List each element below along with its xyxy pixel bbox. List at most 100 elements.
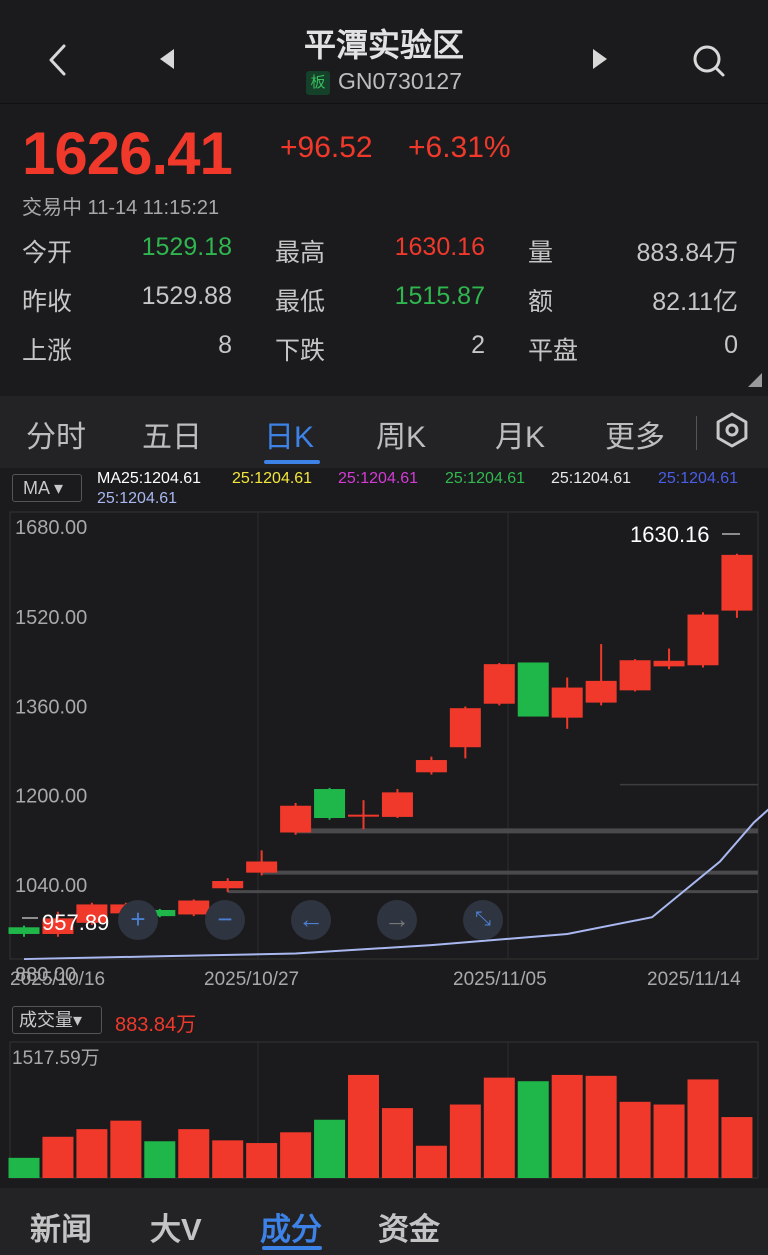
volume-bar xyxy=(110,1120,142,1178)
candle-body xyxy=(551,687,583,718)
candle-body xyxy=(687,614,719,666)
x-tick-label: 2025/10/27 xyxy=(204,969,299,990)
candle-body xyxy=(517,662,549,717)
candle-body xyxy=(212,881,244,889)
tab-divider xyxy=(696,416,697,450)
volume-bar xyxy=(314,1119,346,1178)
candle-body xyxy=(348,814,379,817)
volume-bar xyxy=(246,1143,278,1178)
dropdown-arrow-icon: ▾ xyxy=(73,1010,83,1030)
stock-code: GN0730127 xyxy=(337,68,463,94)
volume-bar xyxy=(551,1074,583,1178)
bottom-tab-3[interactable]: 资金 xyxy=(378,1204,440,1249)
scroll-right-button[interactable]: → xyxy=(377,900,417,940)
volume-bar xyxy=(8,1157,40,1178)
quote-stats-row: 昨收 1529.88 最低 1515.87 额 82.11亿 xyxy=(22,282,738,331)
candle-body xyxy=(585,680,617,703)
tab-0[interactable]: 分时 xyxy=(26,412,86,456)
tab-3[interactable]: 周K xyxy=(376,412,426,456)
candle-body xyxy=(246,861,278,873)
tab-2[interactable]: 日K xyxy=(264,412,314,456)
quote-panel: 1626.41 +96.52 +6.31% 交易中 11-14 11:15:21… xyxy=(0,105,768,393)
stock-detail-page: 平潭实验区 板 GN0730127 1626.41 +96.52 +6.31% 交… xyxy=(0,0,768,1255)
bottom-tab-1[interactable]: 大V xyxy=(150,1204,202,1249)
x-tick-label: 2025/10/16 xyxy=(10,969,105,990)
reset-view-button[interactable]: ⤡ xyxy=(463,900,503,940)
stat-label: 下跌 xyxy=(275,337,326,365)
zoom-out-button[interactable]: − xyxy=(205,900,245,940)
quote-stats-row: 今开 1529.18 最高 1630.16 量 883.84万 xyxy=(22,233,738,282)
stock-code-row: 板 GN0730127 xyxy=(0,68,768,95)
volume-indicator-button[interactable]: 成交量▾ xyxy=(12,1006,102,1034)
volume-bar xyxy=(348,1074,379,1178)
y-tick-label: 1040.00 xyxy=(15,875,87,897)
y-tick-label: 1360.00 xyxy=(15,696,87,718)
volume-bar xyxy=(483,1077,515,1178)
kline-chart[interactable]: 1680.001520.001360.001200.001040.00880.0… xyxy=(0,468,768,1188)
search-icon[interactable] xyxy=(690,42,728,80)
expand-corner-icon[interactable] xyxy=(748,373,762,387)
next-stock-icon[interactable] xyxy=(585,44,615,74)
settings-icon[interactable] xyxy=(712,410,752,450)
candle-body xyxy=(415,760,447,773)
current-price: 1626.41 xyxy=(22,120,233,187)
candle-body xyxy=(280,805,312,833)
candle-body xyxy=(721,554,753,611)
volume-bar xyxy=(42,1136,74,1178)
tab-5[interactable]: 更多 xyxy=(605,412,665,456)
stat-value: 883.84万 xyxy=(636,239,738,267)
volume-bar xyxy=(381,1108,413,1178)
board-tag: 板 xyxy=(305,71,330,95)
candle-body xyxy=(483,664,515,704)
volume-bar xyxy=(280,1132,312,1178)
y-tick-label: 1680.00 xyxy=(15,517,87,539)
active-tab-indicator xyxy=(264,460,320,464)
y-tick-label: 1520.00 xyxy=(15,607,87,629)
bottom-tab-2[interactable]: 成分 xyxy=(260,1204,322,1249)
stat-label: 量 xyxy=(528,239,554,267)
volume-bar xyxy=(687,1079,719,1178)
low-price-label: 957.89 xyxy=(42,910,109,935)
price-change-percent: +6.31% xyxy=(408,131,511,164)
volume-bar xyxy=(721,1117,753,1178)
tab-1[interactable]: 五日 xyxy=(142,412,202,456)
stat-value: 0 xyxy=(724,331,738,359)
stat-label: 昨收 xyxy=(22,288,73,316)
header: 平潭实验区 板 GN0730127 xyxy=(0,0,768,104)
scroll-left-button[interactable]: ← xyxy=(291,900,331,940)
candle-body xyxy=(653,660,685,667)
x-tick-label: 2025/11/05 xyxy=(453,969,547,990)
candle-body xyxy=(314,789,346,819)
price-change: +96.52 xyxy=(280,131,373,164)
volume-button-label: 成交量 xyxy=(19,1010,73,1030)
volume-bar xyxy=(178,1129,210,1178)
tab-4[interactable]: 月K xyxy=(495,412,545,456)
stat-label: 额 xyxy=(528,288,554,316)
volume-bar xyxy=(653,1104,685,1178)
bottom-tab-0[interactable]: 新闻 xyxy=(30,1204,92,1249)
page-title: 平潭实验区 xyxy=(303,27,464,63)
volume-bar xyxy=(449,1104,481,1178)
candle-body xyxy=(178,900,210,915)
quote-stats-grid: 今开 1529.18 最高 1630.16 量 883.84万 昨收 1529.88 最低 151… xyxy=(22,233,738,380)
stat-label: 最高 xyxy=(275,239,326,267)
volume-bar xyxy=(517,1081,549,1178)
zoom-in-button[interactable]: + xyxy=(118,900,158,940)
stat-value: 1515.87 xyxy=(394,282,485,310)
volume-bar xyxy=(76,1129,108,1178)
kline-chart-area: MA ▾ MA25:1204.61 25:1204.61 25:1204.61 25:… xyxy=(0,468,768,1188)
stat-label: 平盘 xyxy=(528,337,579,365)
quote-stats-row: 上涨 8 下跌 2 平盘 0 xyxy=(22,331,738,380)
candle-body xyxy=(8,927,40,934)
stat-value: 8 xyxy=(218,331,232,359)
trading-status: 交易中 11-14 11:15:21 xyxy=(22,197,220,219)
stat-value: 2 xyxy=(471,331,485,359)
x-tick-label: 2025/11/14 xyxy=(647,969,741,990)
volume-max-label: 1517.59万 xyxy=(12,1048,100,1069)
stat-label: 今开 xyxy=(22,239,73,267)
volume-bar xyxy=(144,1141,176,1178)
volume-bar xyxy=(585,1075,617,1178)
stat-label: 最低 xyxy=(275,288,326,316)
stat-value: 1529.88 xyxy=(141,282,232,310)
stat-value: 1630.16 xyxy=(394,233,485,261)
